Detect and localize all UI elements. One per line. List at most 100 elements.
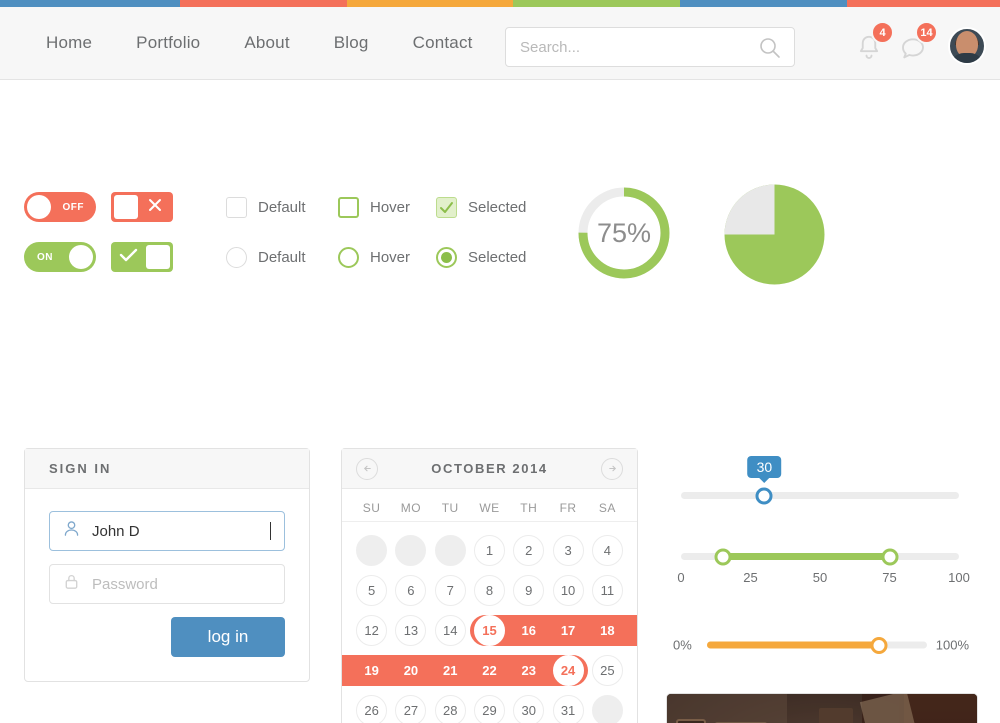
calendar-day[interactable]: 10 [552,574,584,606]
slider-range-track[interactable] [681,548,959,565]
square-toggle-on[interactable] [111,242,173,272]
calendar-day[interactable]: 9 [513,574,545,606]
slider-tick-100: 100 [948,570,970,585]
dow-tu: TU [441,501,459,515]
color-segment-red-1 [180,0,347,7]
checkbox-selected-label: Selected [468,199,527,216]
toggle-on[interactable]: ON [24,242,96,272]
nav-item-portfolio[interactable]: Portfolio [114,33,222,53]
calendar-day[interactable]: 1 [473,534,505,566]
calendar-day-in-range[interactable]: 23 [513,655,544,686]
login-button[interactable]: log in [171,617,285,657]
dow-sa: SA [598,501,616,515]
top-color-bar [0,0,1000,7]
slider-single[interactable]: 30 [681,456,959,504]
username-field[interactable] [49,511,285,551]
pie-svg [724,184,825,285]
slider-percent-track[interactable] [707,636,927,654]
calendar-day[interactable]: 25 [591,654,623,686]
calendar-day-in-range[interactable]: 17 [553,615,584,646]
checkbox-hover[interactable]: Hover [338,197,410,218]
slider-range-handle-high[interactable] [881,548,898,565]
calendar-day[interactable]: 11 [591,574,623,606]
signin-title: SIGN IN [25,449,309,489]
nav-item-contact[interactable]: Contact [391,33,495,53]
checkbox-selected-box [436,197,457,218]
calendar-day[interactable]: 14 [434,614,466,646]
password-field[interactable] [49,564,285,604]
calendar-day[interactable]: 30 [513,694,545,723]
slider-percent-fill [707,641,879,649]
slider-percent[interactable]: 0% 100% [673,636,969,654]
slider-single-tooltip: 30 [747,456,782,478]
calendar-day[interactable]: 2 [513,534,545,566]
checkbox-hover-box [338,197,359,218]
calendar-day-in-range[interactable]: 18 [592,615,623,646]
square-toggle-off-box [114,195,138,219]
messages-badge: 14 [915,21,938,44]
radio-default-label: Default [258,249,306,266]
checkbox-selected[interactable]: Selected [436,197,526,218]
calendar-day[interactable]: 26 [356,694,388,723]
radio-selected[interactable]: Selected [436,247,526,268]
slider-percent-handle[interactable] [870,636,888,654]
messages-button[interactable]: 14 [898,21,942,67]
color-segment-blue-2 [680,0,847,7]
nav-item-home[interactable]: Home [24,33,114,53]
calendar-day-range-end[interactable]: 24 [552,654,584,686]
search-icon [758,36,782,65]
calendar-next-button[interactable] [601,457,623,480]
calendar-day-in-range[interactable]: 16 [513,615,544,646]
slider-range[interactable]: 0 25 50 75 100 [677,548,970,586]
user-avatar[interactable] [948,26,986,65]
calendar-day[interactable]: 6 [395,574,427,606]
username-input[interactable] [92,522,272,540]
slider-single-track[interactable] [681,487,959,504]
color-segment-green [513,0,681,7]
x-icon [147,197,163,218]
calendar-day[interactable]: 27 [395,694,427,723]
calendar-prev-button[interactable] [356,457,378,480]
dow-fr: FR [559,501,577,515]
radio-default[interactable]: Default [226,247,306,268]
calendar-day[interactable]: 29 [473,694,505,723]
slider-tick-0: 0 [677,570,685,585]
progress-donut-chart: 75% [576,185,672,286]
video-player[interactable] [666,693,978,723]
calendar-day[interactable]: 3 [552,534,584,566]
calendar-day-range-start[interactable]: 15 [473,614,505,646]
calendar-day-in-range[interactable]: 22 [474,655,505,686]
header-icons: 4 14 [854,21,986,67]
search-input[interactable] [520,38,735,56]
search-box[interactable] [505,27,795,67]
calendar-day-in-range[interactable]: 21 [435,655,466,686]
calendar-day[interactable]: 31 [552,694,584,723]
square-toggle-off[interactable] [111,192,173,222]
user-icon [62,519,81,543]
calendar-day[interactable]: 28 [434,694,466,723]
dow-mo: MO [400,501,422,515]
calendar-week-1: 1 2 3 4 [352,530,627,570]
radio-hover[interactable]: Hover [338,247,410,268]
calendar-day-in-range[interactable]: 19 [356,655,387,686]
calendar-day-in-range[interactable]: 20 [395,655,426,686]
password-input[interactable] [92,575,272,593]
calendar-day[interactable]: 5 [356,574,388,606]
slider-range-handle-low[interactable] [714,548,732,565]
calendar-day[interactable]: 13 [395,614,427,646]
nav-item-blog[interactable]: Blog [312,33,391,53]
calendar-day[interactable]: 12 [356,614,388,646]
toggle-off[interactable]: OFF [24,192,96,222]
calendar-day[interactable]: 7 [434,574,466,606]
nav-item-about[interactable]: About [222,33,311,53]
radio-hover-label: Hover [370,249,411,266]
calendar-day[interactable]: 4 [591,534,623,566]
checkbox-default[interactable]: Default [226,197,306,218]
notifications-button[interactable]: 4 [854,21,898,67]
slider-single-handle[interactable] [755,487,773,504]
calendar-widget: OCTOBER 2014 SU MO TU WE TH FR SA 1 2 3 … [341,448,638,723]
check-icon [119,247,138,268]
video-thumbnail [667,694,977,723]
calendar-day[interactable]: 8 [473,574,505,606]
main-navigation: Home Portfolio About Blog Contact [24,33,495,53]
